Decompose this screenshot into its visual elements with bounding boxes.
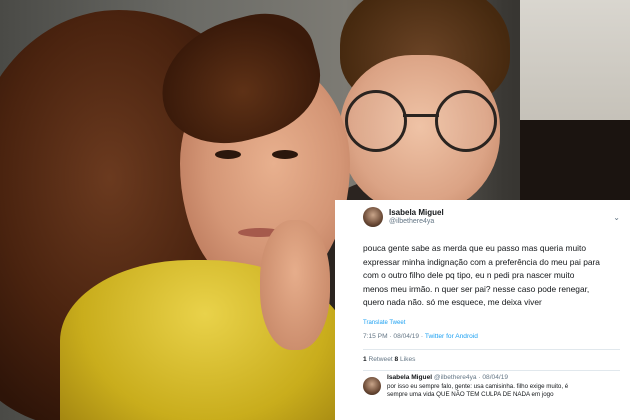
reply-display-name[interactable]: Isabela Miguel xyxy=(387,374,432,381)
avatar[interactable] xyxy=(363,207,383,227)
reply-header: Isabela Miguel @ilbethere4ya · 08/04/19 xyxy=(387,373,620,383)
tweet-header: Isabela Miguel @ilbethere4ya ⌄ xyxy=(363,206,620,228)
tweet-meta: 7:15 PM · 08/04/19 · Twitter for Android xyxy=(363,333,620,340)
tweet-author: Isabela Miguel @ilbethere4ya xyxy=(389,208,444,226)
window-shadow xyxy=(520,120,630,210)
woman-eye xyxy=(272,150,298,159)
retweets-label[interactable]: Retweet xyxy=(367,356,395,363)
avatar[interactable] xyxy=(363,376,381,395)
tweet-text: pouca gente sabe as merda que eu passo m… xyxy=(363,243,600,307)
chevron-down-icon[interactable]: ⌄ xyxy=(613,213,620,222)
hand xyxy=(260,220,330,350)
tweet-stats: 1 Retweet 8 Likes xyxy=(363,350,620,370)
tweet-source-link[interactable]: Twitter for Android xyxy=(425,333,478,340)
reply-text: por isso eu sempre falo, gente: usa cami… xyxy=(387,382,569,398)
reply-tweet[interactable]: Isabela Miguel @ilbethere4ya · 08/04/19 … xyxy=(363,373,620,399)
reply-body: Isabela Miguel @ilbethere4ya · 08/04/19 … xyxy=(387,373,620,399)
woman-eye xyxy=(215,150,241,159)
tweet-card: Isabela Miguel @ilbethere4ya ⌄ pouca gen… xyxy=(335,200,630,420)
translate-tweet-link[interactable]: Translate Tweet xyxy=(363,320,620,326)
likes-label[interactable]: Likes xyxy=(398,356,415,363)
glasses xyxy=(345,90,505,152)
user-handle[interactable]: @ilbethere4ya xyxy=(389,217,444,226)
tweet-timestamp[interactable]: 7:15 PM · 08/04/19 · xyxy=(363,333,425,340)
reply-meta[interactable]: @ilbethere4ya · 08/04/19 xyxy=(432,374,508,381)
divider xyxy=(363,369,620,371)
display-name[interactable]: Isabela Miguel xyxy=(389,208,444,217)
